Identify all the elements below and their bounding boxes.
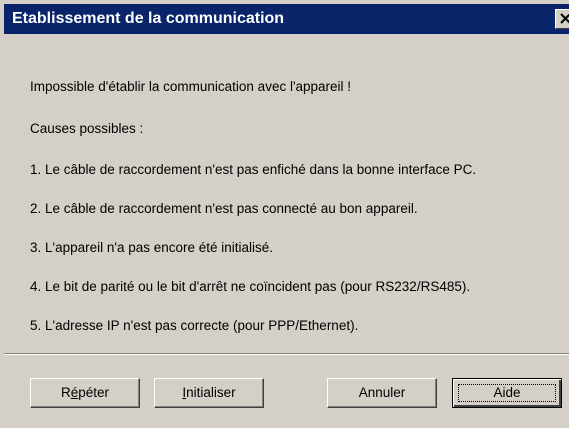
help-button[interactable]: Aide: [452, 378, 562, 408]
separator: [4, 353, 569, 355]
error-headline: Impossible d'établir la communication av…: [30, 79, 352, 94]
initialize-label-rest: nitialiser: [186, 385, 236, 400]
focus-ring: [458, 384, 556, 402]
repeat-label-first: R: [60, 385, 71, 400]
repeat-button[interactable]: Répéter: [30, 378, 140, 408]
causes-label: Causes possibles :: [30, 121, 144, 136]
close-button[interactable]: [555, 9, 569, 29]
cause-item: 4. Le bit de parité ou le bit d'arrêt ne…: [30, 279, 471, 294]
cancel-label: Annuler: [358, 385, 406, 400]
repeat-label-rest: péter: [78, 385, 110, 400]
cause-item: 3. L'appareil n'a pas encore été initial…: [30, 240, 274, 255]
cause-item: 5. L'adresse IP n'est pas correcte (pour…: [30, 318, 359, 333]
cause-item: 2. Le câble de raccordement n'est pas co…: [30, 201, 418, 216]
initialize-button[interactable]: Initialiser: [154, 378, 264, 408]
dialog-title: Etablissement de la communication: [12, 10, 285, 27]
cause-item: 1. Le câble de raccordement n'est pas en…: [30, 162, 477, 177]
title-bar[interactable]: Etablissement de la communication: [4, 4, 569, 34]
error-dialog: Etablissement de la communication Imposs…: [0, 0, 569, 428]
close-icon: [560, 13, 569, 24]
cancel-button[interactable]: Annuler: [327, 378, 437, 408]
